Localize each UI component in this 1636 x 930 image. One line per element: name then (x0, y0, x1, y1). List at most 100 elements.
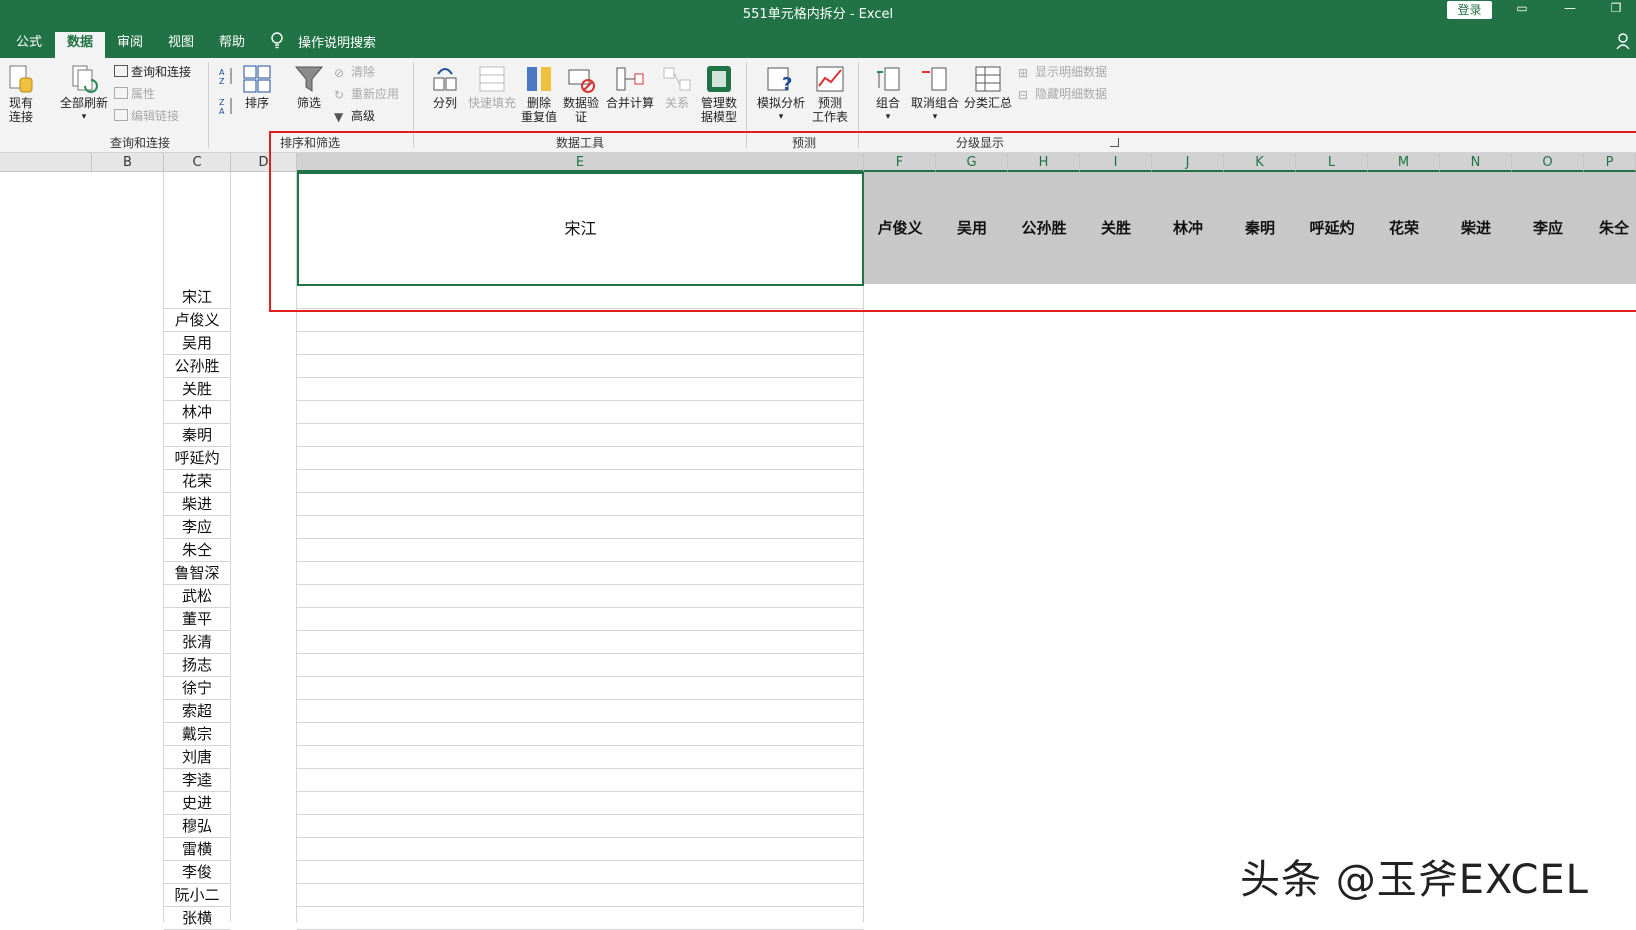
e-cell[interactable] (297, 907, 864, 930)
group-button[interactable]: 组合 ▾ (870, 64, 906, 124)
column-header-l[interactable]: L (1296, 153, 1368, 172)
name-cell[interactable]: 扬志 (164, 654, 230, 677)
name-cell[interactable]: 武松 (164, 585, 230, 608)
user-icon[interactable] (1616, 32, 1632, 54)
e-cell[interactable] (297, 746, 864, 769)
restore-button[interactable]: ❐ (1606, 1, 1626, 15)
column-header-g[interactable]: G (936, 153, 1008, 172)
e-cell[interactable] (297, 286, 864, 309)
name-cell[interactable]: 李逵 (164, 769, 230, 792)
e-cell[interactable] (297, 447, 864, 470)
tell-me-search[interactable]: 操作说明搜索 (298, 32, 376, 51)
e-cell[interactable] (297, 677, 864, 700)
ungroup-button[interactable]: 取消组合 ▾ (910, 64, 960, 124)
column-header-e[interactable]: E (297, 153, 864, 172)
name-cell[interactable]: 阮小二 (164, 884, 230, 907)
header-name-cell[interactable]: 秦明 (1224, 172, 1296, 284)
dialog-launcher-icon[interactable] (1110, 138, 1119, 147)
name-cell[interactable]: 宋江 (164, 286, 230, 309)
text-to-columns-button[interactable]: 分列 (428, 64, 462, 110)
tab-help[interactable]: 帮助 (207, 32, 257, 58)
e-cell[interactable] (297, 861, 864, 884)
sort-button[interactable]: 排序 (240, 64, 274, 110)
name-cell[interactable]: 秦明 (164, 424, 230, 447)
name-cell[interactable]: 公孙胜 (164, 355, 230, 378)
e-cell[interactable] (297, 378, 864, 401)
name-cell[interactable]: 穆弘 (164, 815, 230, 838)
e-cell[interactable] (297, 355, 864, 378)
header-name-cell[interactable]: 关胜 (1080, 172, 1152, 284)
reapply-button[interactable]: ↻ 重新应用 (334, 86, 399, 102)
header-name-cell[interactable]: 花荣 (1368, 172, 1440, 284)
column-header-m[interactable]: M (1368, 153, 1440, 172)
column-header-f[interactable]: F (864, 153, 936, 172)
name-cell[interactable]: 张清 (164, 631, 230, 654)
column-header-a[interactable] (0, 153, 92, 172)
e-cell[interactable] (297, 815, 864, 838)
e-cell[interactable] (297, 516, 864, 539)
name-cell[interactable]: 董平 (164, 608, 230, 631)
column-header-o[interactable]: O (1512, 153, 1584, 172)
header-name-cell[interactable]: 朱仝 (1584, 172, 1636, 284)
e-cell[interactable] (297, 654, 864, 677)
filter-button[interactable]: 筛选 (292, 64, 326, 110)
header-name-cell[interactable]: 林冲 (1152, 172, 1224, 284)
ribbon-display-icon[interactable]: ▭ (1512, 1, 1532, 15)
header-name-cell[interactable]: 吴用 (936, 172, 1008, 284)
name-cell[interactable]: 徐宁 (164, 677, 230, 700)
sort-desc-button[interactable]: ZA (218, 96, 236, 119)
name-cell[interactable]: 林冲 (164, 401, 230, 424)
name-cell[interactable]: 李应 (164, 516, 230, 539)
column-header-p[interactable]: P (1584, 153, 1636, 172)
data-model-button[interactable]: 管理数 据模型 (698, 64, 740, 124)
e-cell[interactable] (297, 884, 864, 907)
e-cell[interactable] (297, 470, 864, 493)
column-header-c[interactable]: C (164, 153, 231, 172)
header-name-cell[interactable]: 呼延灼 (1296, 172, 1368, 284)
clear-button[interactable]: ⊘ 清除 (334, 64, 375, 80)
e-cell[interactable] (297, 700, 864, 723)
e-cell[interactable] (297, 838, 864, 861)
minimize-button[interactable]: — (1560, 1, 1580, 15)
show-detail-button[interactable]: ⊞ 显示明细数据 (1018, 64, 1107, 80)
consolidate-button[interactable]: 合并计算 (604, 64, 656, 110)
merged-cell-e[interactable]: 宋江 (297, 172, 864, 286)
header-name-cell[interactable]: 卢俊义 (864, 172, 936, 284)
forecast-sheet-button[interactable]: 预测 工作表 (810, 64, 850, 124)
e-cell[interactable] (297, 769, 864, 792)
subtotal-button[interactable]: 分类汇总 (962, 64, 1014, 110)
column-header-b[interactable]: B (92, 153, 164, 172)
column-header-d[interactable]: D (231, 153, 297, 172)
column-header-h[interactable]: H (1008, 153, 1080, 172)
e-cell[interactable] (297, 723, 864, 746)
name-cell[interactable]: 索超 (164, 700, 230, 723)
edit-links-button[interactable]: 编辑链接 (114, 108, 179, 124)
e-cell[interactable] (297, 539, 864, 562)
column-header-j[interactable]: J (1152, 153, 1224, 172)
name-cell[interactable]: 吴用 (164, 332, 230, 355)
refresh-all-button[interactable]: 全部刷新 ▾ (58, 64, 110, 124)
sort-asc-button[interactable]: AZ (218, 66, 236, 89)
e-cell[interactable] (297, 631, 864, 654)
e-cell[interactable] (297, 424, 864, 447)
sheet-grid[interactable]: 卢俊义 吴用 公孙胜 关胜 林冲 秦明 呼延灼 花荣 柴进 李应 朱仝 宋江 宋… (0, 172, 1636, 930)
flash-fill-button[interactable]: 快速填充 (466, 64, 518, 110)
header-name-cell[interactable]: 公孙胜 (1008, 172, 1080, 284)
name-cell[interactable]: 雷横 (164, 838, 230, 861)
e-cell[interactable] (297, 608, 864, 631)
relationships-button[interactable]: 关系 (660, 64, 694, 110)
e-cell[interactable] (297, 562, 864, 585)
e-cell[interactable] (297, 493, 864, 516)
name-cell[interactable]: 花荣 (164, 470, 230, 493)
header-name-cell[interactable]: 李应 (1512, 172, 1584, 284)
name-cell[interactable]: 张横 (164, 907, 230, 930)
tab-view[interactable]: 视图 (156, 32, 206, 58)
tab-formulas[interactable]: 公式 (4, 32, 54, 58)
header-name-cell[interactable]: 柴进 (1440, 172, 1512, 284)
tab-data[interactable]: 数据 (55, 32, 106, 58)
e-cell[interactable] (297, 401, 864, 424)
what-if-button[interactable]: ? 模拟分析 ▾ (754, 64, 808, 124)
column-header-i[interactable]: I (1080, 153, 1152, 172)
e-cell[interactable] (297, 332, 864, 355)
name-cell[interactable]: 戴宗 (164, 723, 230, 746)
